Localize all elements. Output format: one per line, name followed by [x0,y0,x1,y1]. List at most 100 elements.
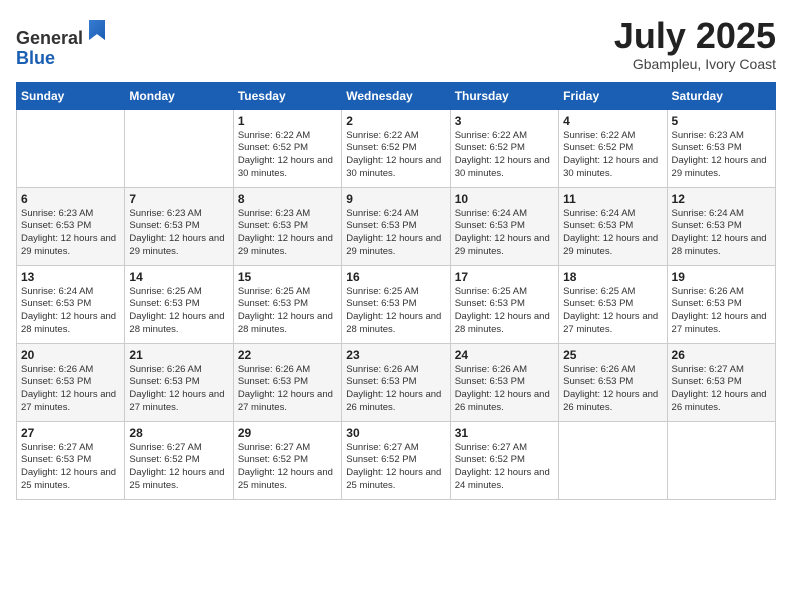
calendar-cell: 28 Sunrise: 6:27 AMSunset: 6:52 PMDayligh… [125,421,233,499]
day-number: 7 [129,192,228,206]
day-number: 23 [346,348,445,362]
calendar-cell: 4Sunrise: 6:22 AMSunset: 6:52 PMDaylight… [559,109,667,187]
day-number: 28 [129,426,228,440]
day-info: Sunrise: 6:26 AMSunset: 6:53 PMDaylight:… [455,364,554,415]
day-header-sunday: Sunday [17,82,125,109]
day-number: 18 [563,270,662,284]
calendar-cell: 1 Sunrise: 6:22 AMSunset: 6:52 PMDaylight… [233,109,341,187]
day-info: Sunrise: 6:23 AMSunset: 6:53 PMDaylight:… [672,130,771,181]
calendar-cell: 23 Sunrise: 6:26 AMSunset: 6:53 PMDayligh… [342,343,450,421]
day-info: Sunrise: 6:22 AMSunset: 6:52 PMDaylight:… [238,130,337,181]
day-info: Sunrise: 6:24 AMSunset: 6:53 PMDaylight:… [672,208,771,259]
day-number: 22 [238,348,337,362]
calendar-cell [667,421,775,499]
day-info: Sunrise: 6:25 AMSunset: 6:53 PMDaylight:… [129,286,228,337]
page-header: General Blue July 2025 Gbampleu, Ivory C… [16,16,776,72]
day-info: Sunrise: 6:27 AMSunset: 6:52 PMDaylight:… [346,442,445,493]
logo-blue: Blue [16,48,55,68]
calendar-cell: 11 Sunrise: 6:24 AMSunset: 6:53 PMDayligh… [559,187,667,265]
calendar-cell: 15 Sunrise: 6:25 AMSunset: 6:53 PMDayligh… [233,265,341,343]
calendar-cell: 6 Sunrise: 6:23 AMSunset: 6:53 PMDaylight… [17,187,125,265]
day-number: 2 [346,114,445,128]
calendar-cell: 31Sunrise: 6:27 AMSunset: 6:52 PMDayligh… [450,421,558,499]
month-title: July 2025 [614,16,776,56]
calendar-week-4: 20Sunrise: 6:26 AMSunset: 6:53 PMDayligh… [17,343,776,421]
calendar-week-2: 6 Sunrise: 6:23 AMSunset: 6:53 PMDaylight… [17,187,776,265]
day-number: 9 [346,192,445,206]
day-info: Sunrise: 6:22 AMSunset: 6:52 PMDaylight:… [563,130,662,181]
calendar-cell: 14 Sunrise: 6:25 AMSunset: 6:53 PMDayligh… [125,265,233,343]
day-number: 15 [238,270,337,284]
day-info: Sunrise: 6:23 AMSunset: 6:53 PMDaylight:… [21,208,120,259]
day-info: Sunrise: 6:26 AMSunset: 6:53 PMDaylight:… [346,364,445,415]
calendar-cell: 5 Sunrise: 6:23 AMSunset: 6:53 PMDaylight… [667,109,775,187]
calendar-cell: 27Sunrise: 6:27 AMSunset: 6:53 PMDayligh… [17,421,125,499]
calendar-week-1: 1 Sunrise: 6:22 AMSunset: 6:52 PMDaylight… [17,109,776,187]
day-header-wednesday: Wednesday [342,82,450,109]
day-header-thursday: Thursday [450,82,558,109]
day-number: 16 [346,270,445,284]
calendar-week-3: 13Sunrise: 6:24 AMSunset: 6:53 PMDayligh… [17,265,776,343]
day-number: 27 [21,426,120,440]
calendar-cell: 29Sunrise: 6:27 AMSunset: 6:52 PMDayligh… [233,421,341,499]
day-number: 3 [455,114,554,128]
day-info: Sunrise: 6:26 AMSunset: 6:53 PMDaylight:… [238,364,337,415]
day-info: Sunrise: 6:27 AMSunset: 6:52 PMDaylight:… [129,442,228,493]
calendar-cell: 30 Sunrise: 6:27 AMSunset: 6:52 PMDayligh… [342,421,450,499]
day-info: Sunrise: 6:24 AMSunset: 6:53 PMDaylight:… [455,208,554,259]
day-number: 19 [672,270,771,284]
day-number: 17 [455,270,554,284]
calendar-cell: 7Sunrise: 6:23 AMSunset: 6:53 PMDaylight… [125,187,233,265]
day-number: 14 [129,270,228,284]
calendar-cell: 25 Sunrise: 6:26 AMSunset: 6:53 PMDayligh… [559,343,667,421]
day-header-tuesday: Tuesday [233,82,341,109]
day-info: Sunrise: 6:23 AMSunset: 6:53 PMDaylight:… [238,208,337,259]
calendar-cell: 3 Sunrise: 6:22 AMSunset: 6:52 PMDaylight… [450,109,558,187]
day-number: 12 [672,192,771,206]
calendar-cell: 19 Sunrise: 6:26 AMSunset: 6:53 PMDayligh… [667,265,775,343]
day-info: Sunrise: 6:26 AMSunset: 6:53 PMDaylight:… [563,364,662,415]
calendar-cell: 21Sunrise: 6:26 AMSunset: 6:53 PMDayligh… [125,343,233,421]
day-info: Sunrise: 6:24 AMSunset: 6:53 PMDaylight:… [563,208,662,259]
day-number: 6 [21,192,120,206]
day-info: Sunrise: 6:26 AMSunset: 6:53 PMDaylight:… [21,364,120,415]
day-number: 29 [238,426,337,440]
day-info: Sunrise: 6:25 AMSunset: 6:53 PMDaylight:… [346,286,445,337]
title-block: July 2025 Gbampleu, Ivory Coast [614,16,776,72]
calendar-cell [125,109,233,187]
day-info: Sunrise: 6:25 AMSunset: 6:53 PMDaylight:… [238,286,337,337]
day-info: Sunrise: 6:22 AMSunset: 6:52 PMDaylight:… [455,130,554,181]
day-number: 31 [455,426,554,440]
day-number: 8 [238,192,337,206]
day-info: Sunrise: 6:25 AMSunset: 6:53 PMDaylight:… [455,286,554,337]
calendar-cell: 24Sunrise: 6:26 AMSunset: 6:53 PMDayligh… [450,343,558,421]
location-title: Gbampleu, Ivory Coast [614,56,776,72]
day-number: 25 [563,348,662,362]
calendar-cell: 8 Sunrise: 6:23 AMSunset: 6:53 PMDaylight… [233,187,341,265]
day-info: Sunrise: 6:26 AMSunset: 6:53 PMDaylight:… [672,286,771,337]
calendar-table: SundayMondayTuesdayWednesdayThursdayFrid… [16,82,776,500]
day-info: Sunrise: 6:27 AMSunset: 6:53 PMDaylight:… [672,364,771,415]
logo: General Blue [16,16,109,69]
day-info: Sunrise: 6:24 AMSunset: 6:53 PMDaylight:… [346,208,445,259]
calendar-cell: 2 Sunrise: 6:22 AMSunset: 6:52 PMDaylight… [342,109,450,187]
day-number: 10 [455,192,554,206]
day-info: Sunrise: 6:22 AMSunset: 6:52 PMDaylight:… [346,130,445,181]
day-header-friday: Friday [559,82,667,109]
calendar-cell [559,421,667,499]
calendar-cell: 20Sunrise: 6:26 AMSunset: 6:53 PMDayligh… [17,343,125,421]
day-number: 30 [346,426,445,440]
calendar-header-row: SundayMondayTuesdayWednesdayThursdayFrid… [17,82,776,109]
day-info: Sunrise: 6:24 AMSunset: 6:53 PMDaylight:… [21,286,120,337]
day-number: 5 [672,114,771,128]
calendar-cell [17,109,125,187]
calendar-cell: 17 Sunrise: 6:25 AMSunset: 6:53 PMDayligh… [450,265,558,343]
calendar-cell: 10 Sunrise: 6:24 AMSunset: 6:53 PMDayligh… [450,187,558,265]
day-number: 11 [563,192,662,206]
calendar-cell: 16 Sunrise: 6:25 AMSunset: 6:53 PMDayligh… [342,265,450,343]
day-number: 1 [238,114,337,128]
logo-general: General [16,28,83,48]
day-header-saturday: Saturday [667,82,775,109]
day-info: Sunrise: 6:26 AMSunset: 6:53 PMDaylight:… [129,364,228,415]
calendar-cell: 13Sunrise: 6:24 AMSunset: 6:53 PMDayligh… [17,265,125,343]
